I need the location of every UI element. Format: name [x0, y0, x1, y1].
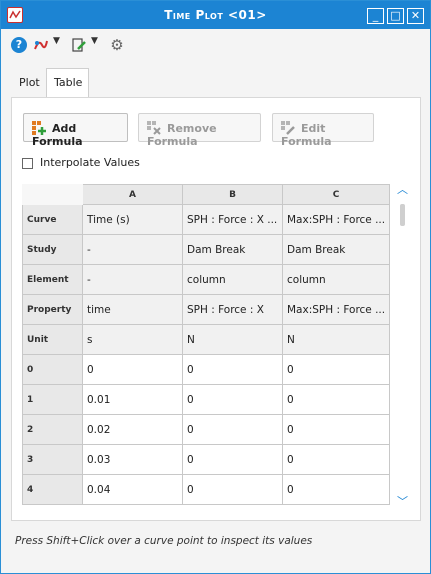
gear-icon[interactable]: ⚙ — [109, 37, 125, 53]
table-cell[interactable]: 0 — [182, 414, 283, 445]
interpolate-values-checkbox[interactable] — [22, 158, 33, 169]
column-header-row: A B C — [22, 184, 391, 205]
toolbar: ? ▼ ▼ ⚙ — [11, 35, 421, 55]
edit-formula-icon — [281, 121, 295, 135]
scroll-up-icon[interactable]: ︿ — [396, 184, 409, 196]
vertical-scrollbar[interactable]: ︿ ﹀ — [395, 184, 410, 512]
table-row: Study - Dam Break Dam Break — [22, 234, 391, 265]
table-cell[interactable]: time — [82, 294, 183, 325]
table-row: Unit s N N — [22, 324, 391, 355]
table-cell[interactable]: 0 — [182, 444, 283, 475]
table-cell[interactable]: 0 — [281, 384, 391, 415]
column-header[interactable]: A — [82, 184, 183, 205]
chevron-down-icon[interactable]: ▼ — [91, 36, 98, 46]
table-cell[interactable]: Dam Break — [281, 234, 391, 265]
data-table: A B C Curve Time (s) SPH : Force : X ...… — [22, 184, 412, 512]
column-header[interactable]: C — [281, 184, 391, 205]
row-header[interactable]: 3 — [22, 444, 83, 475]
table-cell[interactable]: 0.04 — [82, 474, 183, 505]
window-title: Time Plot <01> — [164, 8, 267, 22]
interpolate-values-label: Interpolate Values — [40, 156, 140, 169]
table-cell[interactable]: 0.01 — [82, 384, 183, 415]
row-header[interactable]: Curve — [22, 204, 83, 235]
chevron-down-icon[interactable]: ▼ — [53, 36, 60, 46]
tab-table-label: Table — [54, 76, 83, 89]
time-plot-window: Time Plot <01> _ □ ✕ ? ▼ ▼ ⚙ Plot Table … — [0, 0, 431, 574]
table-cell[interactable]: - — [82, 234, 183, 265]
scroll-down-icon[interactable]: ﹀ — [396, 496, 409, 508]
table-cell[interactable]: 0 — [281, 414, 391, 445]
table-cell[interactable]: SPH : Force : X — [182, 294, 283, 325]
scroll-thumb[interactable] — [400, 204, 405, 226]
row-header[interactable]: 4 — [22, 474, 83, 505]
maximize-button[interactable]: □ — [387, 8, 404, 24]
tab-bar: Plot Table — [11, 68, 422, 98]
table-row: Property time SPH : Force : X Max:SPH : … — [22, 294, 391, 325]
table-row: 1 0.01 0 0 — [22, 384, 391, 415]
column-header[interactable]: B — [182, 184, 283, 205]
table-cell[interactable]: N — [182, 324, 283, 355]
data-grid: A B C Curve Time (s) SPH : Force : X ...… — [22, 184, 391, 505]
table-cell[interactable]: 0 — [182, 384, 283, 415]
edit-tool-icon[interactable] — [71, 37, 87, 53]
tab-plot-label: Plot — [19, 76, 40, 89]
remove-formula-button[interactable]: Remove Formula — [138, 113, 261, 148]
table-cell[interactable]: 0.02 — [82, 414, 183, 445]
help-icon[interactable]: ? — [11, 37, 27, 53]
table-cell[interactable]: 0.03 — [82, 444, 183, 475]
row-header[interactable]: 1 — [22, 384, 83, 415]
status-hint: Press Shift+Click over a curve point to … — [15, 535, 313, 547]
add-formula-icon — [32, 121, 46, 135]
table-cell[interactable]: - — [82, 264, 183, 295]
table-cell[interactable]: 0 — [281, 444, 391, 475]
table-cell[interactable]: SPH : Force : X ... — [182, 204, 283, 235]
maximize-icon: □ — [390, 9, 401, 22]
table-cell[interactable]: 0 — [182, 354, 283, 385]
table-cell[interactable]: N — [281, 324, 391, 355]
row-header[interactable]: Property — [22, 294, 83, 325]
table-cell[interactable]: Max:SPH : Force ... — [281, 294, 391, 325]
minimize-icon: _ — [372, 9, 379, 22]
close-icon: ✕ — [410, 9, 421, 22]
curve-tool-icon[interactable] — [33, 37, 49, 53]
row-header[interactable]: Element — [22, 264, 83, 295]
row-header[interactable]: Unit — [22, 324, 83, 355]
table-cell[interactable]: Max:SPH : Force ... — [281, 204, 391, 235]
edit-formula-button[interactable]: Edit Formula — [272, 113, 374, 148]
minimize-button[interactable]: _ — [367, 8, 384, 24]
close-button[interactable]: ✕ — [407, 8, 424, 24]
table-cell[interactable]: 0 — [281, 474, 391, 505]
table-panel: Add Formula Remove Formula Edit Formula … — [11, 97, 421, 521]
table-cell[interactable]: column — [182, 264, 283, 295]
title-bar[interactable]: Time Plot <01> _ □ ✕ — [1, 1, 430, 29]
add-formula-button[interactable]: Add Formula — [23, 113, 128, 148]
table-row: 2 0.02 0 0 — [22, 414, 391, 445]
corner-cell — [22, 184, 83, 205]
row-header[interactable]: 0 — [22, 354, 83, 385]
table-row: Curve Time (s) SPH : Force : X ... Max:S… — [22, 204, 391, 235]
table-cell[interactable]: Time (s) — [82, 204, 183, 235]
table-row: 4 0.04 0 0 — [22, 474, 391, 505]
remove-formula-icon — [147, 121, 161, 135]
table-row: 0 0 0 0 — [22, 354, 391, 385]
table-row: Element - column column — [22, 264, 391, 295]
table-cell[interactable]: 0 — [182, 474, 283, 505]
table-cell[interactable]: Dam Break — [182, 234, 283, 265]
tab-plot[interactable]: Plot — [11, 68, 47, 98]
table-row: 3 0.03 0 0 — [22, 444, 391, 475]
row-header[interactable]: Study — [22, 234, 83, 265]
table-cell[interactable]: 0 — [281, 354, 391, 385]
tab-table[interactable]: Table — [46, 68, 89, 98]
table-cell[interactable]: column — [281, 264, 391, 295]
table-cell[interactable]: 0 — [82, 354, 183, 385]
table-cell[interactable]: s — [82, 324, 183, 355]
row-header[interactable]: 2 — [22, 414, 83, 445]
